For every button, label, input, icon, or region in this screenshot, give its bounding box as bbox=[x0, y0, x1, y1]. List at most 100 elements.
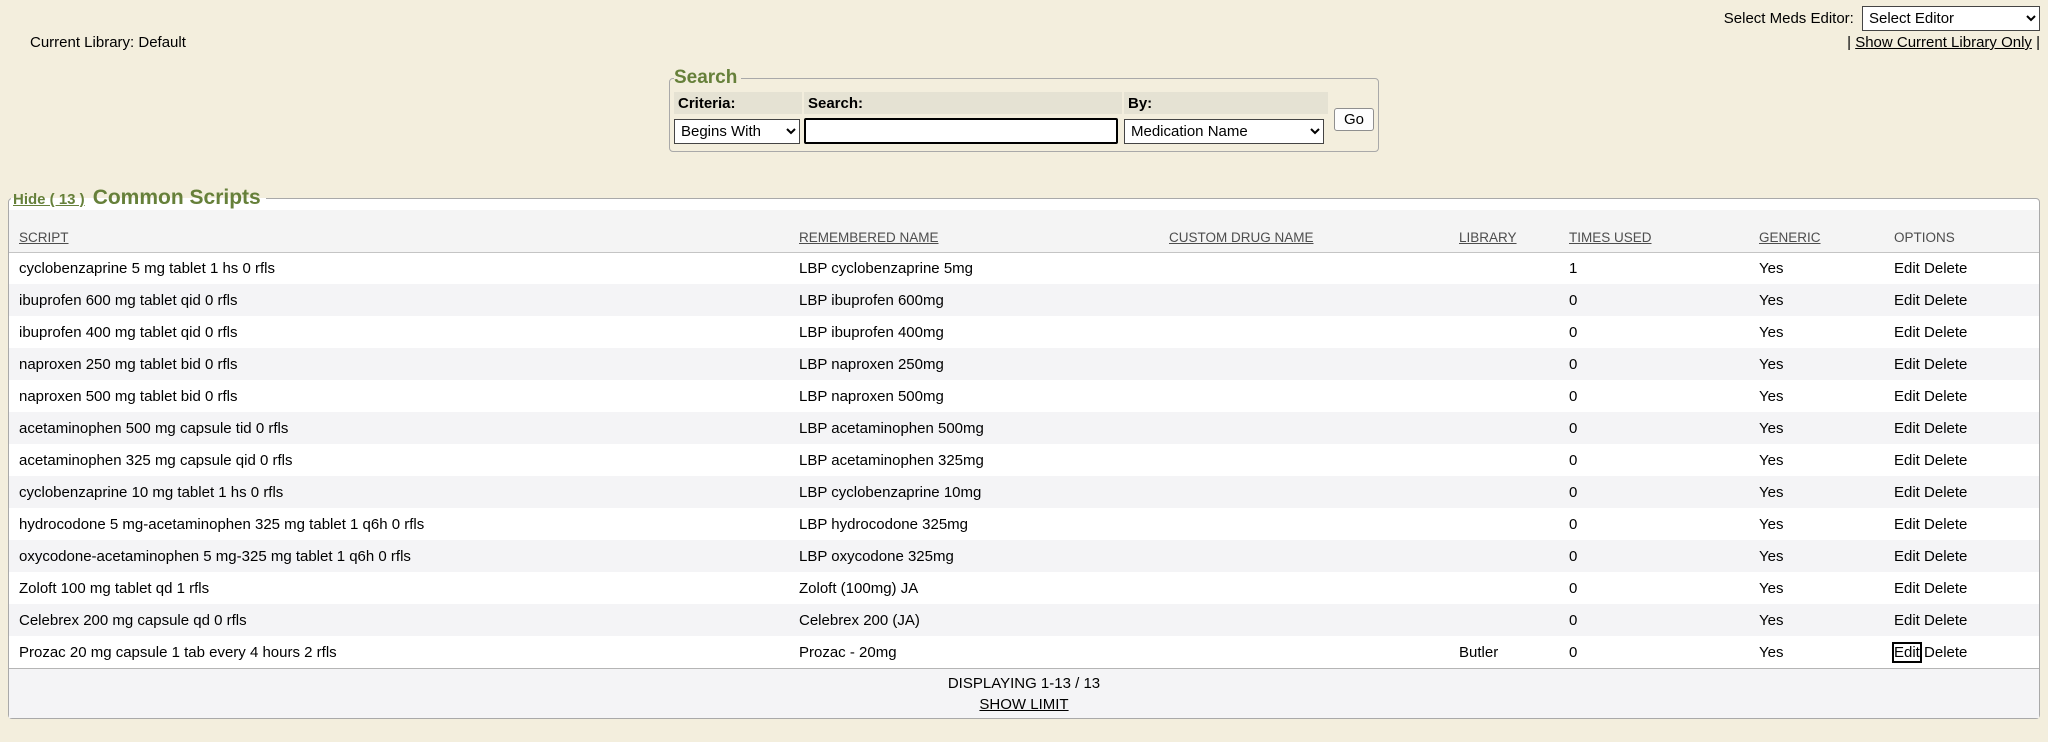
custom-drug-name-cell bbox=[1159, 572, 1449, 604]
search-section: Search Criteria: Search: By: Begins With… bbox=[0, 67, 2048, 152]
table-row: naproxen 250 mg tablet bid 0 rflsLBP nap… bbox=[9, 348, 2039, 380]
edit-link[interactable]: Edit bbox=[1894, 420, 1920, 437]
remembered-name-cell: LBP acetaminophen 325mg bbox=[789, 444, 1159, 476]
hide-link[interactable]: Hide ( 13 ) bbox=[13, 191, 85, 208]
generic-cell: Yes bbox=[1749, 252, 1884, 284]
delete-link[interactable]: Delete bbox=[1924, 580, 1967, 597]
remembered-name-cell: LBP cyclobenzaprine 10mg bbox=[789, 476, 1159, 508]
edit-link[interactable]: Edit bbox=[1894, 484, 1920, 501]
edit-link[interactable]: Edit bbox=[1894, 580, 1920, 597]
library-cell bbox=[1449, 348, 1559, 380]
top-bar: Select Meds Editor: Select Editor bbox=[0, 0, 2048, 31]
meds-editor-label: Select Meds Editor: bbox=[1724, 10, 1854, 27]
times-used-cell: 0 bbox=[1559, 284, 1749, 316]
library-cell bbox=[1449, 444, 1559, 476]
times-used-cell: 0 bbox=[1559, 476, 1749, 508]
delete-link[interactable]: Delete bbox=[1924, 612, 1967, 629]
delete-link[interactable]: Delete bbox=[1924, 324, 1967, 341]
criteria-select[interactable]: Begins With bbox=[674, 119, 800, 144]
by-select[interactable]: Medication Name bbox=[1124, 119, 1324, 144]
edit-link[interactable]: Edit bbox=[1894, 388, 1920, 405]
column-header-generic[interactable]: GENERIC bbox=[1749, 210, 1884, 252]
options-cell: Edit Delete bbox=[1884, 508, 2039, 540]
common-scripts-title: Common Scripts bbox=[93, 186, 261, 210]
edit-link[interactable]: Edit bbox=[1894, 452, 1920, 469]
remembered-name-cell: LBP acetaminophen 500mg bbox=[789, 412, 1159, 444]
custom-drug-name-cell bbox=[1159, 636, 1449, 668]
custom-drug-name-cell bbox=[1159, 412, 1449, 444]
times-used-cell: 0 bbox=[1559, 636, 1749, 668]
script-cell: ibuprofen 400 mg tablet qid 0 rfls bbox=[9, 316, 789, 348]
options-cell: Edit Delete bbox=[1884, 412, 2039, 444]
table-row: cyclobenzaprine 5 mg tablet 1 hs 0 rflsL… bbox=[9, 252, 2039, 284]
table-row: acetaminophen 500 mg capsule tid 0 rflsL… bbox=[9, 412, 2039, 444]
delete-link[interactable]: Delete bbox=[1924, 644, 1967, 661]
show-current-library-link[interactable]: Show Current Library Only bbox=[1855, 34, 2032, 51]
edit-link[interactable]: Edit bbox=[1894, 612, 1920, 629]
table-row: Zoloft 100 mg tablet qd 1 rflsZoloft (10… bbox=[9, 572, 2039, 604]
library-cell bbox=[1449, 252, 1559, 284]
edit-link[interactable]: Edit bbox=[1894, 548, 1920, 565]
options-cell: Edit Delete bbox=[1884, 284, 2039, 316]
custom-drug-name-cell bbox=[1159, 284, 1449, 316]
search-grid: Criteria: Search: By: Begins With Medica… bbox=[674, 92, 1374, 146]
edit-link[interactable]: Edit bbox=[1894, 292, 1920, 309]
delete-link[interactable]: Delete bbox=[1924, 548, 1967, 565]
column-header-remembered-name[interactable]: REMEMBERED NAME bbox=[789, 210, 1159, 252]
custom-drug-name-cell bbox=[1159, 444, 1449, 476]
script-cell: acetaminophen 500 mg capsule tid 0 rfls bbox=[9, 412, 789, 444]
delete-link[interactable]: Delete bbox=[1924, 356, 1967, 373]
table-row: cyclobenzaprine 10 mg tablet 1 hs 0 rfls… bbox=[9, 476, 2039, 508]
script-cell: naproxen 500 mg tablet bid 0 rfls bbox=[9, 380, 789, 412]
custom-drug-name-cell bbox=[1159, 476, 1449, 508]
library-cell bbox=[1449, 412, 1559, 444]
column-header-custom-drug-name[interactable]: CUSTOM DRUG NAME bbox=[1159, 210, 1449, 252]
library-cell: Butler bbox=[1449, 636, 1559, 668]
table-row: acetaminophen 325 mg capsule qid 0 rflsL… bbox=[9, 444, 2039, 476]
go-button[interactable]: Go bbox=[1334, 108, 1374, 131]
delete-link[interactable]: Delete bbox=[1924, 516, 1967, 533]
times-used-cell: 0 bbox=[1559, 444, 1749, 476]
script-cell: cyclobenzaprine 5 mg tablet 1 hs 0 rfls bbox=[9, 252, 789, 284]
show-limit-link[interactable]: SHOW LIMIT bbox=[979, 696, 1068, 713]
edit-link[interactable]: Edit bbox=[1894, 356, 1920, 373]
search-input[interactable] bbox=[804, 118, 1118, 144]
pipe-left: | bbox=[1847, 34, 1851, 51]
options-cell: Edit Delete bbox=[1884, 380, 2039, 412]
generic-cell: Yes bbox=[1749, 604, 1884, 636]
table-row: ibuprofen 600 mg tablet qid 0 rflsLBP ib… bbox=[9, 284, 2039, 316]
delete-link[interactable]: Delete bbox=[1924, 292, 1967, 309]
script-cell: hydrocodone 5 mg-acetaminophen 325 mg ta… bbox=[9, 508, 789, 540]
delete-link[interactable]: Delete bbox=[1924, 484, 1967, 501]
delete-link[interactable]: Delete bbox=[1924, 452, 1967, 469]
criteria-label: Criteria: bbox=[674, 92, 802, 114]
column-header-library[interactable]: LIBRARY bbox=[1449, 210, 1559, 252]
scripts-table: SCRIPT REMEMBERED NAME CUSTOM DRUG NAME … bbox=[9, 210, 2039, 668]
edit-link[interactable]: Edit bbox=[1894, 516, 1920, 533]
search-legend: Search bbox=[674, 67, 741, 89]
script-cell: Zoloft 100 mg tablet qd 1 rfls bbox=[9, 572, 789, 604]
custom-drug-name-cell bbox=[1159, 348, 1449, 380]
times-used-cell: 0 bbox=[1559, 508, 1749, 540]
generic-cell: Yes bbox=[1749, 444, 1884, 476]
remembered-name-cell: LBP hydrocodone 325mg bbox=[789, 508, 1159, 540]
edit-link[interactable]: Edit bbox=[1894, 644, 1920, 661]
edit-link[interactable]: Edit bbox=[1894, 260, 1920, 277]
remembered-name-cell: LBP oxycodone 325mg bbox=[789, 540, 1159, 572]
meds-editor-select[interactable]: Select Editor bbox=[1862, 6, 2040, 31]
edit-link[interactable]: Edit bbox=[1894, 324, 1920, 341]
delete-link[interactable]: Delete bbox=[1924, 260, 1967, 277]
remembered-name-cell: LBP ibuprofen 400mg bbox=[789, 316, 1159, 348]
column-header-script[interactable]: SCRIPT bbox=[9, 210, 789, 252]
remembered-name-cell: Celebrex 200 (JA) bbox=[789, 604, 1159, 636]
show-current-library-wrap: | Show Current Library Only | bbox=[1847, 34, 2040, 51]
delete-link[interactable]: Delete bbox=[1924, 388, 1967, 405]
pipe-right: | bbox=[2036, 34, 2040, 51]
delete-link[interactable]: Delete bbox=[1924, 420, 1967, 437]
column-header-times-used[interactable]: TIMES USED bbox=[1559, 210, 1749, 252]
options-cell: Edit Delete bbox=[1884, 604, 2039, 636]
table-row: oxycodone-acetaminophen 5 mg-325 mg tabl… bbox=[9, 540, 2039, 572]
generic-cell: Yes bbox=[1749, 412, 1884, 444]
generic-cell: Yes bbox=[1749, 476, 1884, 508]
library-cell bbox=[1449, 572, 1559, 604]
